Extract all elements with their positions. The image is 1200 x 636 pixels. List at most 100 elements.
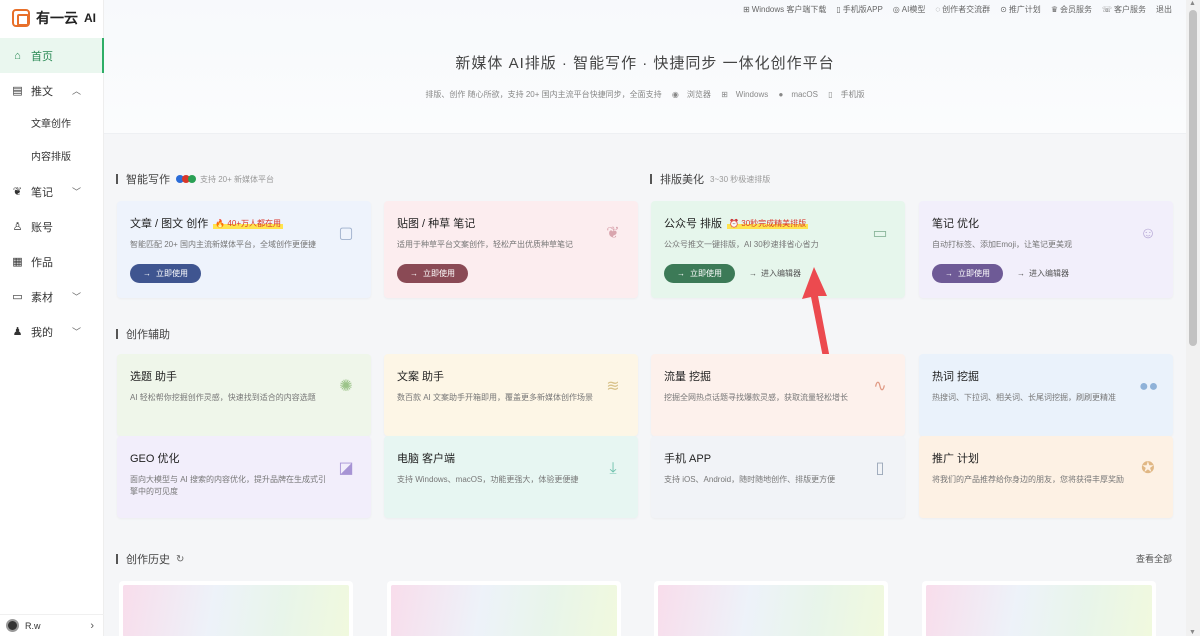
arrow-right-icon: → [143, 269, 151, 278]
sidebar-item-home[interactable]: ⌂ 首页 [0, 38, 104, 73]
link-ai-model[interactable]: ◎ AI模型 [893, 4, 926, 15]
sidebar-item-label: 推文 [31, 85, 53, 98]
phone-icon: ▯ [875, 460, 885, 477]
account-icon: ♙ [12, 221, 23, 233]
logo-suffix: AI [84, 11, 96, 25]
history-thumbnail [658, 585, 884, 636]
history-item[interactable] [119, 581, 353, 636]
works-icon: ▦ [12, 256, 23, 268]
vertical-scrollbar[interactable]: ▲ ▼ [1186, 0, 1200, 636]
hero-title: 新媒体 AI排版 · 智能写作 · 快捷同步 一体化创作平台 [455, 55, 835, 72]
dots-icon: ●● [1139, 378, 1159, 395]
browser-icon: ◉ [671, 90, 679, 99]
arrow-right-icon: → [677, 269, 685, 278]
phone-icon: ▯ [828, 90, 833, 99]
sidebar: 有一云 AI ⌂ 首页 ▤ 推文 ︿ 文章创作 内容排版 ❦ 笔记 ﹀ ♙ 账号… [0, 0, 104, 636]
sidebar-item-tweet[interactable]: ▤ 推文 ︿ [0, 73, 103, 108]
section-layout-title: 排版美化 3~30 秒极速排版 [650, 171, 770, 187]
sidebar-item-materials[interactable]: ▭ 素材 ﹀ [0, 279, 103, 314]
chevron-down-icon: ﹀ [71, 187, 81, 197]
card-wechat-layout[interactable]: 公众号 排版 ⏰ 30秒完成精美排版 公众号推文一键排版，AI 30秒速排省心省力… [651, 201, 905, 298]
smile-icon: ☺ [1139, 225, 1157, 242]
coin-icon: ✪ [1141, 460, 1155, 477]
user-name: R.w [25, 620, 41, 631]
user-profile[interactable]: R.w › [0, 614, 104, 636]
scrollbar-thumb[interactable] [1189, 10, 1197, 346]
sidebar-item-mine[interactable]: ♟ 我的 ﹀ [0, 314, 103, 349]
arrow-right-icon: → [945, 269, 953, 278]
windows-icon: ⊞ [721, 90, 728, 99]
link-windows-download[interactable]: ⊞ Windows 客户端下载 [743, 4, 826, 15]
download-icon: ⤓ [609, 460, 617, 477]
sidebar-item-label: 首页 [31, 50, 53, 63]
chevron-right-icon: › [90, 619, 94, 632]
card-copy-assistant[interactable]: 文案 助手 数百款 AI 文案助手开箱即用，覆盖更多新媒体创作场景 ≋ [384, 354, 638, 436]
lightbulb-icon: ✺ [339, 378, 353, 395]
avatar [6, 619, 19, 632]
sidebar-item-account[interactable]: ♙ 账号 [0, 209, 103, 244]
use-now-button[interactable]: → 立即使用 [397, 264, 468, 283]
link-logout[interactable]: 退出 [1156, 4, 1172, 15]
doc-icon: ▤ [12, 85, 23, 97]
chart-icon: ◪ [338, 460, 354, 477]
card-topic-assistant[interactable]: 选题 助手 AI 轻松帮你挖掘创作灵感，快速找到适合的内容选题 ✺ [117, 354, 371, 436]
arrow-right-icon: → [1017, 269, 1025, 278]
hero-banner: 新媒体 AI排版 · 智能写作 · 快捷同步 一体化创作平台 排版、创作 随心所… [104, 0, 1186, 134]
history-item[interactable] [654, 581, 888, 636]
chevron-up-icon: ︿ [71, 86, 81, 96]
history-item[interactable] [387, 581, 621, 636]
use-now-button[interactable]: → 立即使用 [664, 264, 735, 283]
pulse-icon: ∿ [873, 378, 887, 395]
link-mobile-app[interactable]: ▯ 手机版APP [836, 4, 882, 15]
card-article-create[interactable]: 文章 / 图文 创作 🔥 40+万人都在用 智能匹配 20+ 国内主流新媒体平台，… [117, 201, 371, 298]
history-thumbnail [391, 585, 617, 636]
top-links: ⊞ Windows 客户端下载 ▯ 手机版APP ◎ AI模型 ◌ 创作者交流群… [743, 4, 1172, 15]
folder-icon: ▭ [12, 291, 23, 303]
section-history-title: 创作历史 ↻ [116, 551, 184, 567]
link-customer-service[interactable]: ☏ 客户服务 [1102, 4, 1146, 15]
card-promotion-plan[interactable]: 推广 计划 将我们的产品推荐给你身边的朋友，您将获得丰厚奖励 ✪ [919, 436, 1173, 518]
scroll-down-icon[interactable]: ▼ [1189, 629, 1196, 636]
arrow-right-icon: → [749, 269, 757, 278]
sidebar-item-label: 素材 [31, 291, 53, 304]
home-icon: ⌂ [14, 49, 21, 62]
open-editor-link[interactable]: → 进入编辑器 [1017, 268, 1069, 279]
leaf-icon: ❦ [12, 186, 23, 198]
sidebar-item-content-layout[interactable]: 内容排版 [0, 141, 103, 174]
user-icon: ♟ [12, 326, 23, 338]
section-writing-title: 智能写作 支持 20+ 新媒体平台 [116, 171, 274, 187]
view-all-link[interactable]: 查看全部 [1136, 552, 1172, 565]
hot-badge: 🔥 40+万人都在用 [213, 217, 283, 229]
logo-text: 有一云 [36, 10, 78, 26]
card-note-optimize[interactable]: 笔记 优化 自动打标签、添加Emoji，让笔记更美观 ☺ → 立即使用 → 进入编辑… [919, 201, 1173, 298]
card-note-create[interactable]: 贴图 / 种草 笔记 适用于种草平台文案创作，轻松产出优质种草笔记 ❦ → 立即使… [384, 201, 638, 298]
hero-subtitle: 排版、创作 随心所欲，支持 20+ 国内主流平台快捷同步，全面支持 ◉ 浏览器 ⊞… [425, 90, 865, 99]
scroll-up-icon[interactable]: ▲ [1189, 0, 1196, 7]
speed-badge: ⏰ 30秒完成精美排版 [727, 217, 809, 229]
sidebar-item-label: 我的 [31, 326, 53, 339]
sprout-icon: ❦ [606, 225, 620, 242]
card-desktop-client[interactable]: 电脑 客户端 支持 Windows、macOS，功能更强大，体验更便捷 ⤓ [384, 436, 638, 518]
monitor-icon: ▭ [872, 225, 888, 242]
section-assist-title: 创作辅助 [116, 326, 170, 342]
sidebar-item-label: 作品 [31, 256, 53, 269]
main-content: 新媒体 AI排版 · 智能写作 · 快捷同步 一体化创作平台 排版、创作 随心所… [104, 0, 1186, 636]
card-geo-optimize[interactable]: GEO 优化 面向大模型与 AI 搜索的内容优化，提升品牌在生成式引擎中的可见度… [117, 436, 371, 518]
link-membership[interactable]: ♛ 会员服务 [1051, 4, 1092, 15]
use-now-button[interactable]: → 立即使用 [130, 264, 201, 283]
history-item[interactable] [922, 581, 1156, 636]
history-thumbnail [926, 585, 1152, 636]
sidebar-item-notes[interactable]: ❦ 笔记 ﹀ [0, 174, 103, 209]
card-mobile-app[interactable]: 手机 APP 支持 iOS、Android，随时随地创作、排版更方便 ▯ [651, 436, 905, 518]
sidebar-item-label: 笔记 [31, 186, 53, 199]
use-now-button[interactable]: → 立即使用 [932, 264, 1003, 283]
sidebar-item-works[interactable]: ▦ 作品 [0, 244, 103, 279]
refresh-icon[interactable]: ↻ [176, 554, 184, 565]
card-traffic-mining[interactable]: 流量 挖掘 挖掘全网热点话题寻找爆款灵感，获取流量轻松增长 ∿ [651, 354, 905, 436]
logo[interactable]: 有一云 AI [0, 0, 103, 36]
card-hotword-mining[interactable]: 热词 挖掘 热搜词、下拉词、相关词、长尾词挖掘，刷刷更精准 ●● [919, 354, 1173, 436]
link-promotion[interactable]: ⊙ 推广计划 [1000, 4, 1041, 15]
apple-icon: ● [778, 90, 784, 99]
sidebar-item-article-create[interactable]: 文章创作 [0, 108, 103, 141]
link-creator-group[interactable]: ◌ 创作者交流群 [935, 4, 990, 15]
